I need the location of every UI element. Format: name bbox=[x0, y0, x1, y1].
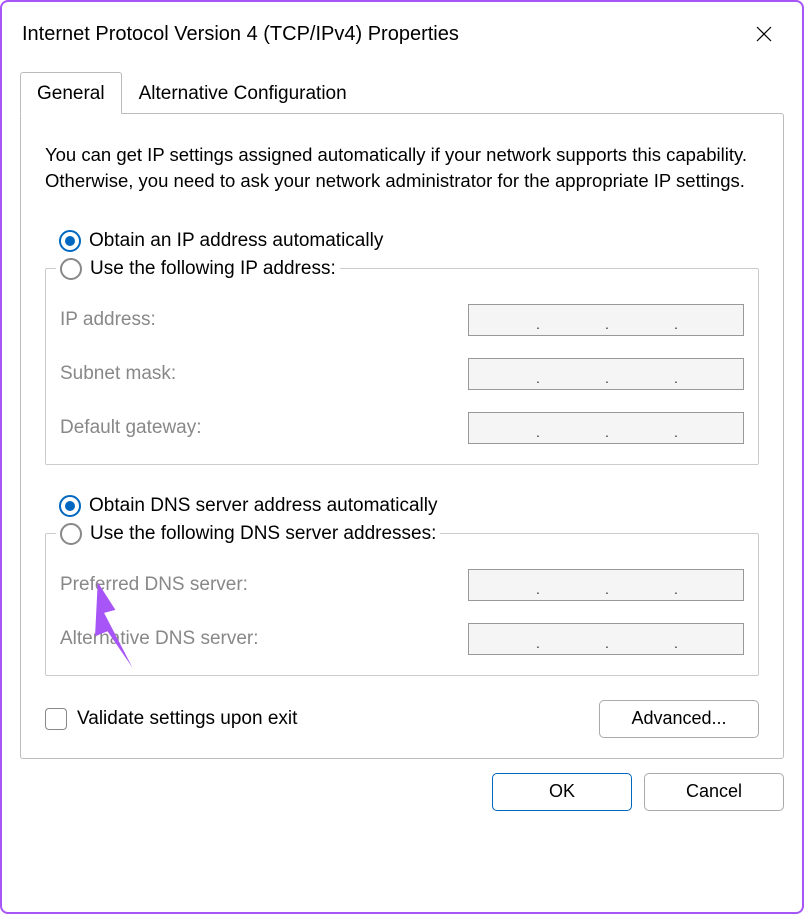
ok-button[interactable]: OK bbox=[492, 773, 632, 811]
dialog-footer: OK Cancel bbox=[2, 759, 802, 827]
radio-label: Obtain an IP address automatically bbox=[89, 230, 383, 252]
field-label: IP address: bbox=[60, 309, 156, 331]
cancel-button[interactable]: Cancel bbox=[644, 773, 784, 811]
field-ip-address: IP address: ... bbox=[60, 304, 744, 336]
radio-icon bbox=[60, 523, 82, 545]
validate-checkbox-row[interactable]: Validate settings upon exit bbox=[45, 708, 297, 730]
window-title: Internet Protocol Version 4 (TCP/IPv4) P… bbox=[22, 23, 459, 46]
ip-manual-group: Use the following IP address: IP address… bbox=[45, 258, 759, 465]
field-label: Alternative DNS server: bbox=[60, 628, 259, 650]
radio-label: Use the following IP address: bbox=[90, 258, 336, 280]
radio-icon bbox=[59, 495, 81, 517]
field-label: Subnet mask: bbox=[60, 363, 176, 385]
advanced-button[interactable]: Advanced... bbox=[599, 700, 759, 738]
radio-label: Use the following DNS server addresses: bbox=[90, 523, 436, 545]
field-label: Default gateway: bbox=[60, 417, 202, 439]
checkbox-icon bbox=[45, 708, 67, 730]
close-icon bbox=[756, 26, 772, 42]
ip-address-input: ... bbox=[468, 304, 744, 336]
radio-icon bbox=[59, 230, 81, 252]
field-subnet-mask: Subnet mask: ... bbox=[60, 358, 744, 390]
radio-ip-auto[interactable]: Obtain an IP address automatically bbox=[59, 230, 759, 252]
tabs: General Alternative Configuration bbox=[20, 72, 784, 113]
field-default-gateway: Default gateway: ... bbox=[60, 412, 744, 444]
radio-label: Obtain DNS server address automatically bbox=[89, 495, 437, 517]
subnet-mask-input: ... bbox=[468, 358, 744, 390]
preferred-dns-input: ... bbox=[468, 569, 744, 601]
default-gateway-input: ... bbox=[468, 412, 744, 444]
field-alternative-dns: Alternative DNS server: ... bbox=[60, 623, 744, 655]
titlebar: Internet Protocol Version 4 (TCP/IPv4) P… bbox=[2, 2, 802, 54]
radio-dns-auto[interactable]: Obtain DNS server address automatically bbox=[59, 495, 759, 517]
field-preferred-dns: Preferred DNS server: ... bbox=[60, 569, 744, 601]
radio-dns-manual[interactable]: Use the following DNS server addresses: bbox=[56, 523, 440, 545]
tab-alternative[interactable]: Alternative Configuration bbox=[122, 72, 364, 113]
radio-ip-manual[interactable]: Use the following IP address: bbox=[56, 258, 340, 280]
intro-text: You can get IP settings assigned automat… bbox=[45, 142, 759, 194]
close-button[interactable] bbox=[742, 12, 786, 56]
field-label: Preferred DNS server: bbox=[60, 574, 248, 596]
bottom-row: Validate settings upon exit Advanced... bbox=[45, 700, 759, 738]
general-panel: You can get IP settings assigned automat… bbox=[20, 113, 784, 759]
dns-manual-group: Use the following DNS server addresses: … bbox=[45, 523, 759, 676]
checkbox-label: Validate settings upon exit bbox=[77, 708, 297, 730]
tab-general[interactable]: General bbox=[20, 72, 122, 114]
alternative-dns-input: ... bbox=[468, 623, 744, 655]
tabs-container: General Alternative Configuration You ca… bbox=[20, 72, 784, 759]
radio-icon bbox=[60, 258, 82, 280]
